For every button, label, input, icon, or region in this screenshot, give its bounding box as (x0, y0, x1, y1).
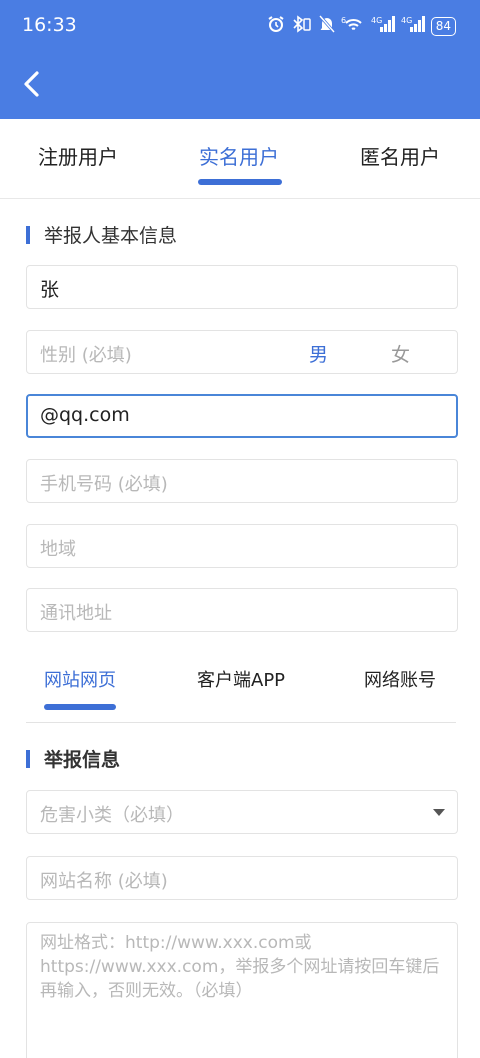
url-placeholder: 网址格式：http://www.xxx.com或https://www.xxx.… (40, 933, 440, 1001)
dropdown-arrow-icon (433, 809, 445, 816)
name-field[interactable]: 张 (26, 265, 458, 309)
category-placeholder: 危害小类（必填） (40, 805, 184, 826)
section-marker (26, 749, 30, 768)
address-placeholder: 通讯地址 (40, 603, 112, 624)
signal-4g-icon: 4G (371, 15, 395, 37)
email-field[interactable]: @qq.com (26, 394, 458, 438)
url-textarea[interactable]: 网址格式：http://www.xxx.com或https://www.xxx.… (26, 922, 458, 1058)
site-name-placeholder: 网站名称 (必填) (40, 871, 168, 892)
category-select[interactable]: 危害小类（必填） (26, 790, 458, 834)
basic-info-section-title: 举报人基本信息 (26, 221, 177, 248)
header-bar: 16:33 6 4G 4G 84 (0, 0, 480, 119)
tab-network-account[interactable]: 网络账号 (364, 666, 436, 692)
phone-field[interactable]: 手机号码 (必填) (26, 459, 458, 503)
svg-text:6: 6 (341, 16, 346, 25)
active-site-tab-indicator (44, 704, 116, 710)
address-field[interactable]: 通讯地址 (26, 588, 458, 632)
site-name-field[interactable]: 网站名称 (必填) (26, 856, 458, 900)
chevron-left-icon (24, 71, 39, 97)
gender-female-option[interactable]: 女 (391, 340, 410, 367)
email-value: @qq.com (40, 404, 130, 426)
region-field[interactable]: 地域 (26, 524, 458, 568)
user-type-tabs: 注册用户 实名用户 匿名用户 (0, 119, 480, 199)
alarm-icon (267, 15, 285, 37)
bluetooth-icon (291, 15, 313, 37)
status-icons: 6 4G 4G 84 (267, 15, 456, 37)
gender-label: 性别 (必填) (40, 345, 132, 366)
gender-field: 性别 (必填) 男 女 (26, 330, 458, 374)
battery-indicator: 84 (430, 16, 456, 36)
tab-anonymous-user[interactable]: 匿名用户 (360, 141, 440, 170)
tab-client-app[interactable]: 客户端APP (197, 666, 285, 692)
name-value: 张 (40, 279, 60, 301)
silent-icon (318, 15, 335, 37)
svg-text:4G: 4G (401, 16, 412, 25)
wifi-icon: 6 (341, 15, 365, 37)
svg-text:4G: 4G (371, 16, 382, 25)
tab-registered-user[interactable]: 注册用户 (38, 141, 118, 170)
basic-info-heading: 举报人基本信息 (44, 225, 178, 247)
phone-placeholder: 手机号码 (必填) (40, 474, 168, 495)
status-bar: 16:33 6 4G 4G 84 (0, 0, 480, 48)
tab-website[interactable]: 网站网页 (44, 666, 116, 692)
tab-realname-user[interactable]: 实名用户 (199, 141, 279, 170)
region-placeholder: 地域 (40, 539, 76, 560)
active-tab-indicator (198, 179, 282, 185)
report-info-section-title: 举报信息 (26, 745, 120, 772)
report-target-tabs: 网站网页 客户端APP 网络账号 (0, 650, 480, 724)
status-time: 16:33 (22, 14, 77, 36)
section-marker (26, 225, 30, 244)
back-button[interactable] (14, 64, 48, 104)
divider (26, 722, 456, 723)
report-info-heading: 举报信息 (44, 749, 121, 771)
signal-4g-icon: 4G (401, 15, 425, 37)
gender-male-option[interactable]: 男 (309, 340, 328, 367)
